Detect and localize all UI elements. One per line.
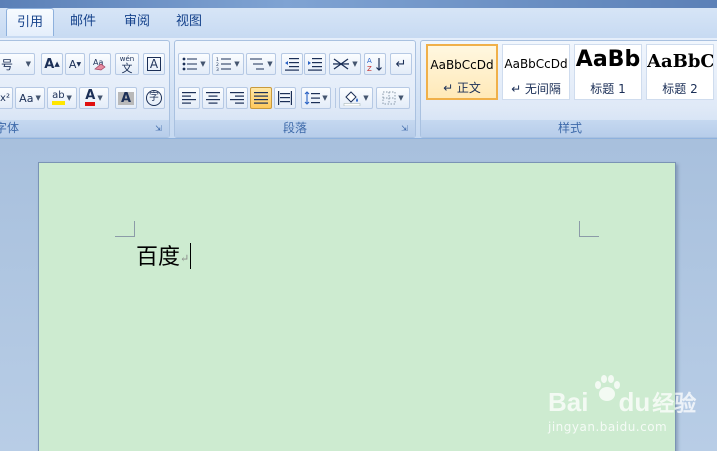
dialog-launcher-icon[interactable]: ⇲ <box>155 124 165 134</box>
chevron-down-icon: ▼ <box>66 94 72 102</box>
chevron-down-icon: ▼ <box>363 94 369 102</box>
font-group-label: 字体 <box>0 120 169 137</box>
clear-format-button[interactable]: Aa <box>89 53 111 75</box>
character-shading-button[interactable]: A <box>115 87 137 109</box>
chevron-down-icon: ▼ <box>200 60 206 68</box>
paint-bucket-icon <box>344 91 361 106</box>
crop-mark-top-right <box>579 221 599 237</box>
svg-text:3: 3 <box>216 67 219 71</box>
style-normal[interactable]: AaBbCcDd ↵ 正文 <box>426 44 498 100</box>
chevron-down-icon: ▼ <box>97 94 103 102</box>
increase-indent-button[interactable] <box>304 53 326 75</box>
chevron-down-icon: ▼ <box>352 60 358 68</box>
character-border-button[interactable]: A <box>143 53 165 75</box>
tab-review[interactable]: 审阅 <box>114 8 160 36</box>
numbering-button[interactable]: 1 2 3 ▼ <box>212 53 244 75</box>
align-center-icon <box>206 92 220 104</box>
baidu-watermark: Bai du经验 jingyan.baidu.com <box>548 375 708 436</box>
tab-view[interactable]: 视图 <box>166 8 212 36</box>
line-spacing-icon <box>304 91 321 105</box>
styles-group-label: 样式 <box>421 120 717 137</box>
align-left-icon <box>182 92 196 104</box>
phonetic-char: 文 <box>121 62 133 75</box>
eraser-icon: Aa <box>93 58 106 71</box>
svg-text:A: A <box>367 57 372 65</box>
distributed-icon <box>278 91 292 105</box>
tab-references[interactable]: 引用 <box>6 8 54 36</box>
align-left-button[interactable] <box>178 87 200 109</box>
document-body-text: 百度 <box>136 245 181 270</box>
chevron-down-icon: ▼ <box>322 94 328 102</box>
justify-button[interactable] <box>250 87 272 109</box>
paragraph-group-label: 段落 <box>175 120 415 137</box>
chinese-layout-button[interactable]: ▼ <box>329 53 361 75</box>
chevron-down-icon: ▼ <box>25 60 31 68</box>
borders-button[interactable]: ▼ <box>376 87 410 109</box>
separator <box>335 88 336 108</box>
change-case-button[interactable]: Aa ▼ <box>15 87 45 109</box>
grow-arrow-icon: ▲ <box>54 60 60 68</box>
decrease-indent-button[interactable] <box>281 53 303 75</box>
font-group: 号 ▼ A▲ A▼ Aa wén 文 A x² Aa▼ ab▼ A▼ <box>0 40 170 138</box>
dialog-launcher-icon[interactable]: ⇲ <box>401 124 411 134</box>
align-right-button[interactable] <box>226 87 248 109</box>
border-icon <box>382 91 396 105</box>
chinese-layout-icon <box>333 58 350 70</box>
show-hide-marks-button[interactable]: ↵ <box>390 53 412 75</box>
distributed-button[interactable] <box>274 87 296 109</box>
shrink-font-button[interactable]: A ▼ <box>65 53 85 75</box>
justify-icon <box>254 92 268 104</box>
ribbon: 号 ▼ A▲ A▼ Aa wén 文 A x² Aa▼ ab▼ A▼ <box>0 38 717 139</box>
svg-text:Z: Z <box>367 65 372 72</box>
grow-font-button[interactable]: A ▲ <box>41 53 63 75</box>
crop-mark-top-left <box>115 221 135 237</box>
multilevel-list-icon <box>250 58 265 70</box>
chevron-down-icon: ▼ <box>35 94 41 102</box>
font-size-value: 号 <box>1 57 14 72</box>
superscript-button[interactable]: x² <box>0 87 13 109</box>
paragraph-group: ▼ 1 2 3 ▼ ▼ ▼ AZ ↵ ▼ ▼ ▼ 段落 ⇲ <box>174 40 416 138</box>
style-heading-2[interactable]: AaBbC 标题 2 <box>646 44 714 100</box>
paragraph-mark-icon: ↵ <box>180 252 190 265</box>
align-right-icon <box>230 92 244 104</box>
chevron-down-icon: ▼ <box>267 60 273 68</box>
shading-button[interactable]: ▼ <box>339 87 373 109</box>
shrink-arrow-icon: ▼ <box>76 60 82 68</box>
chevron-down-icon: ▼ <box>398 94 404 102</box>
font-size-combo[interactable]: 号 ▼ <box>0 53 35 75</box>
watermark-url: jingyan.baidu.com <box>548 420 668 434</box>
decrease-indent-icon <box>285 58 299 71</box>
title-bar-strip <box>0 0 717 8</box>
increase-indent-icon <box>308 58 322 71</box>
style-no-spacing[interactable]: AaBbCcDd ↵ 无间隔 <box>502 44 570 100</box>
chevron-down-icon: ▼ <box>234 60 240 68</box>
numbered-list-icon: 123 <box>216 57 232 71</box>
phonetic-guide-button[interactable]: wén 文 <box>115 53 139 75</box>
ribbon-tab-bar: 引用 邮件 审阅 视图 <box>0 0 717 38</box>
style-heading-1[interactable]: AaBb 标题 1 <box>574 44 642 100</box>
watermark-logo: Bai du经验 <box>548 387 697 417</box>
highlight-color-button[interactable]: ab ▼ <box>47 87 77 109</box>
multilevel-list-button[interactable]: ▼ <box>246 53 276 75</box>
styles-gallery: AaBbCcDd ↵ 正文 AaBbCcDd ↵ 无间隔 AaBb 标题 1 A… <box>424 44 717 102</box>
document-text[interactable]: 百度↵ <box>136 243 192 274</box>
enclose-characters-button[interactable]: 字 <box>143 87 165 109</box>
paragraph-mark-icon: ↵ <box>395 56 407 72</box>
bullets-button[interactable]: ▼ <box>178 53 210 75</box>
sort-button[interactable]: AZ <box>364 53 386 75</box>
tab-mailings[interactable]: 邮件 <box>60 8 106 36</box>
sort-icon: AZ <box>367 57 382 72</box>
watermark-du: du <box>618 387 651 417</box>
bullet-list-icon <box>182 57 198 71</box>
align-center-button[interactable] <box>202 87 224 109</box>
text-cursor <box>190 243 192 269</box>
line-spacing-button[interactable]: ▼ <box>301 87 331 109</box>
font-color-button[interactable]: A ▼ <box>79 87 109 109</box>
